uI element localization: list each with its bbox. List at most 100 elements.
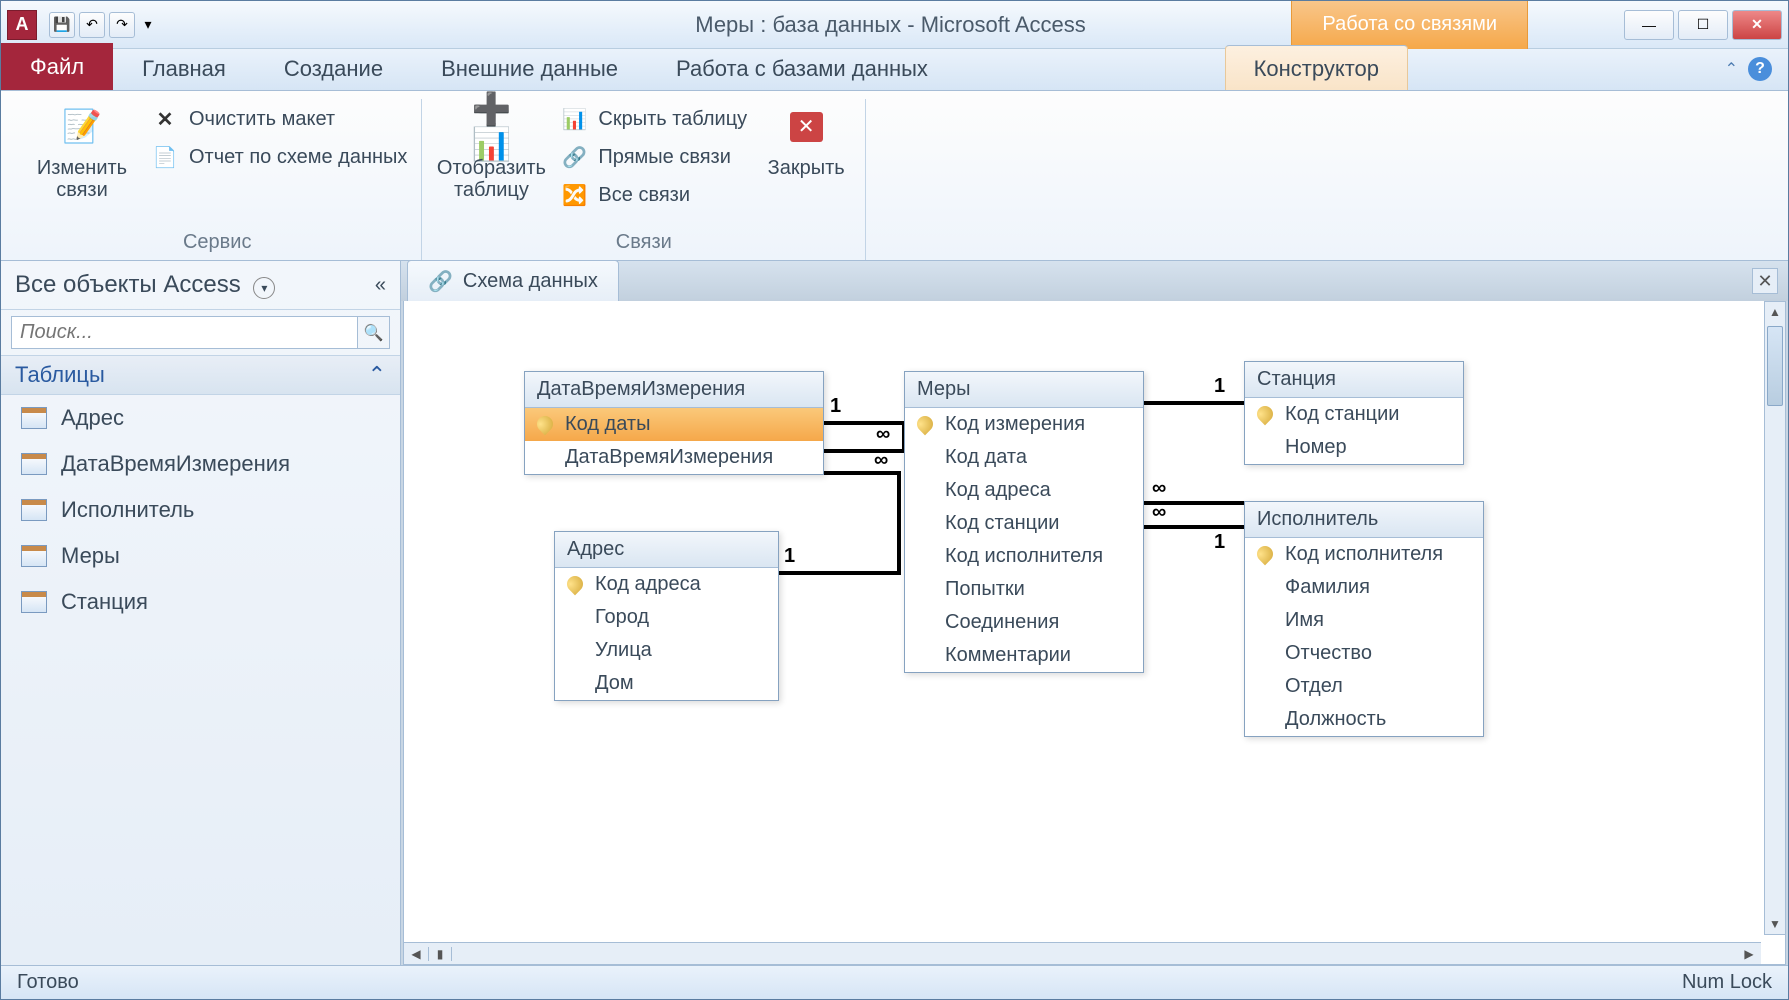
nav-item-label: Станция bbox=[61, 589, 148, 615]
scroll-thumb[interactable] bbox=[1767, 326, 1783, 406]
tab-schema[interactable]: 🔗 Схема данных bbox=[407, 261, 619, 302]
ribbon-content: 📝 Изменить связи ✕ Очистить макет 📄 Отче… bbox=[1, 91, 1788, 261]
scroll-right-icon[interactable]: ▶ bbox=[1737, 947, 1761, 961]
table-header[interactable]: Меры bbox=[905, 372, 1143, 408]
minimize-ribbon-button[interactable]: ⌃ bbox=[1725, 59, 1738, 79]
tab-designer[interactable]: Конструктор bbox=[1225, 45, 1408, 90]
table-header[interactable]: ДатаВремяИзмерения bbox=[525, 372, 823, 408]
field-otdel[interactable]: Отдел bbox=[1245, 670, 1483, 703]
nav-search: 🔍 bbox=[1, 310, 400, 356]
scroll-left-icon[interactable]: ◀ bbox=[404, 947, 428, 961]
field-imya[interactable]: Имя bbox=[1245, 604, 1483, 637]
field-nomer[interactable]: Номер bbox=[1245, 431, 1463, 464]
field-popytki[interactable]: Попытки bbox=[905, 573, 1143, 606]
edit-relations-label: Изменить связи bbox=[27, 157, 137, 201]
close-window-button[interactable]: ✕ bbox=[1732, 10, 1782, 40]
window-controls: — ☐ ✕ bbox=[1624, 10, 1782, 40]
close-document-button[interactable]: ✕ bbox=[1752, 268, 1778, 294]
table-header[interactable]: Исполнитель bbox=[1245, 502, 1483, 538]
save-button[interactable]: 💾 bbox=[49, 12, 75, 38]
field-dom[interactable]: Дом bbox=[555, 667, 778, 700]
field-soedineniya[interactable]: Соединения bbox=[905, 606, 1143, 639]
field-kod-adresa[interactable]: Код адреса bbox=[905, 474, 1143, 507]
scroll-down-icon[interactable]: ▼ bbox=[1765, 914, 1785, 934]
field-familiya[interactable]: Фамилия bbox=[1245, 571, 1483, 604]
field-kod-ispolnitelya[interactable]: Код исполнителя bbox=[905, 540, 1143, 573]
table-icon bbox=[21, 407, 47, 429]
field-kod-daty[interactable]: Код даты bbox=[525, 408, 823, 441]
tab-create[interactable]: Создание bbox=[255, 45, 412, 90]
horizontal-scrollbar[interactable]: ◀ ▮ ▶ bbox=[404, 942, 1761, 964]
hide-table-label: Скрыть таблицу bbox=[598, 108, 747, 131]
field-otchestvo[interactable]: Отчество bbox=[1245, 637, 1483, 670]
table-header[interactable]: Адрес bbox=[555, 532, 778, 568]
schema-report-button[interactable]: 📄 Отчет по схеме данных bbox=[151, 143, 407, 171]
field-kod-stancii[interactable]: Код станции bbox=[905, 507, 1143, 540]
ribbon-group-relations: ➕📊 Отобразить таблицу 📊 Скрыть таблицу 🔗… bbox=[422, 99, 866, 260]
nav-dropdown-icon[interactable]: ▾ bbox=[253, 277, 275, 299]
all-relations-button[interactable]: 🔀 Все связи bbox=[560, 181, 747, 209]
table-mery[interactable]: Меры Код измерения Код дата Код адреса К… bbox=[904, 371, 1144, 673]
field-kod-izmereniya[interactable]: Код измерения bbox=[905, 408, 1143, 441]
close-icon: ✕ bbox=[782, 103, 830, 151]
nav-header[interactable]: Все объекты Access ▾ « bbox=[1, 261, 400, 310]
cardinality-one: 1 bbox=[830, 395, 841, 418]
search-go-button[interactable]: 🔍 bbox=[358, 316, 390, 349]
table-datavremya[interactable]: ДатаВремяИзмерения Код даты ДатаВремяИзм… bbox=[524, 371, 824, 475]
minimize-button[interactable]: — bbox=[1624, 10, 1674, 40]
tab-home[interactable]: Главная bbox=[113, 45, 255, 90]
show-table-button[interactable]: ➕📊 Отобразить таблицу bbox=[436, 99, 546, 201]
close-relations-button[interactable]: ✕ Закрыть bbox=[761, 99, 851, 179]
field-kommentarii[interactable]: Комментарии bbox=[905, 639, 1143, 672]
nav-table-datavremya[interactable]: ДатаВремяИзмерения bbox=[1, 441, 400, 487]
cardinality-one: 1 bbox=[1214, 531, 1225, 554]
hide-table-button[interactable]: 📊 Скрыть таблицу bbox=[560, 105, 747, 133]
field-gorod[interactable]: Город bbox=[555, 601, 778, 634]
table-header[interactable]: Станция bbox=[1245, 362, 1463, 398]
app-window: A 💾 ↶ ↷ ▾ Меры : база данных - Microsoft… bbox=[0, 0, 1789, 1000]
hide-table-icon: 📊 bbox=[560, 105, 588, 133]
maximize-button[interactable]: ☐ bbox=[1678, 10, 1728, 40]
table-icon bbox=[21, 591, 47, 613]
nav-table-mery[interactable]: Меры bbox=[1, 533, 400, 579]
field-kod-ispolnitelya[interactable]: Код исполнителя bbox=[1245, 538, 1483, 571]
contextual-tab-header: Работа со связями bbox=[1291, 1, 1528, 49]
table-adres[interactable]: Адрес Код адреса Город Улица Дом bbox=[554, 531, 779, 701]
edit-relations-button[interactable]: 📝 Изменить связи bbox=[27, 99, 137, 201]
tab-external[interactable]: Внешние данные bbox=[412, 45, 647, 90]
field-kod-adresa[interactable]: Код адреса bbox=[555, 568, 778, 601]
nav-item-label: Исполнитель bbox=[61, 497, 194, 523]
relationships-canvas[interactable]: 1 ∞ 1 ∞ 1 ∞ ∞ 1 ДатаВремяИзмерения Код д… bbox=[403, 301, 1786, 965]
nav-header-label: Все объекты Access bbox=[15, 271, 241, 298]
relation-line bbox=[822, 471, 901, 475]
cardinality-many: ∞ bbox=[876, 423, 890, 446]
help-button[interactable]: ? bbox=[1748, 57, 1772, 81]
nav-table-ispolnitel[interactable]: Исполнитель bbox=[1, 487, 400, 533]
nav-table-stanciya[interactable]: Станция bbox=[1, 579, 400, 625]
document-tabs: 🔗 Схема данных ✕ bbox=[401, 261, 1788, 301]
table-ispolnitel[interactable]: Исполнитель Код исполнителя Фамилия Имя … bbox=[1244, 501, 1484, 737]
tab-dbwork[interactable]: Работа с базами данных bbox=[647, 45, 957, 90]
status-ready: Готово bbox=[17, 971, 79, 994]
search-input[interactable] bbox=[11, 316, 358, 349]
clear-layout-button[interactable]: ✕ Очистить макет bbox=[151, 105, 407, 133]
nav-collapse-button[interactable]: « bbox=[375, 274, 386, 297]
field-dolzhnost[interactable]: Должность bbox=[1245, 703, 1483, 736]
qat-customize-button[interactable]: ▾ bbox=[139, 12, 157, 38]
field-datavremya[interactable]: ДатаВремяИзмерения bbox=[525, 441, 823, 474]
field-kod-stancii[interactable]: Код станции bbox=[1245, 398, 1463, 431]
redo-button[interactable]: ↷ bbox=[109, 12, 135, 38]
nav-section-tables[interactable]: Таблицы ⌃ bbox=[1, 356, 400, 395]
nav-table-adres[interactable]: Адрес bbox=[1, 395, 400, 441]
relation-line bbox=[822, 449, 906, 453]
tab-file[interactable]: Файл bbox=[1, 43, 113, 90]
titlebar: A 💾 ↶ ↷ ▾ Меры : база данных - Microsoft… bbox=[1, 1, 1788, 49]
table-stanciya[interactable]: Станция Код станции Номер bbox=[1244, 361, 1464, 465]
edit-relations-icon: 📝 bbox=[58, 103, 106, 151]
undo-button[interactable]: ↶ bbox=[79, 12, 105, 38]
field-ulica[interactable]: Улица bbox=[555, 634, 778, 667]
direct-relations-button[interactable]: 🔗 Прямые связи bbox=[560, 143, 747, 171]
field-kod-data[interactable]: Код дата bbox=[905, 441, 1143, 474]
scroll-up-icon[interactable]: ▲ bbox=[1765, 302, 1785, 322]
vertical-scrollbar[interactable]: ▲ ▼ bbox=[1764, 301, 1786, 935]
